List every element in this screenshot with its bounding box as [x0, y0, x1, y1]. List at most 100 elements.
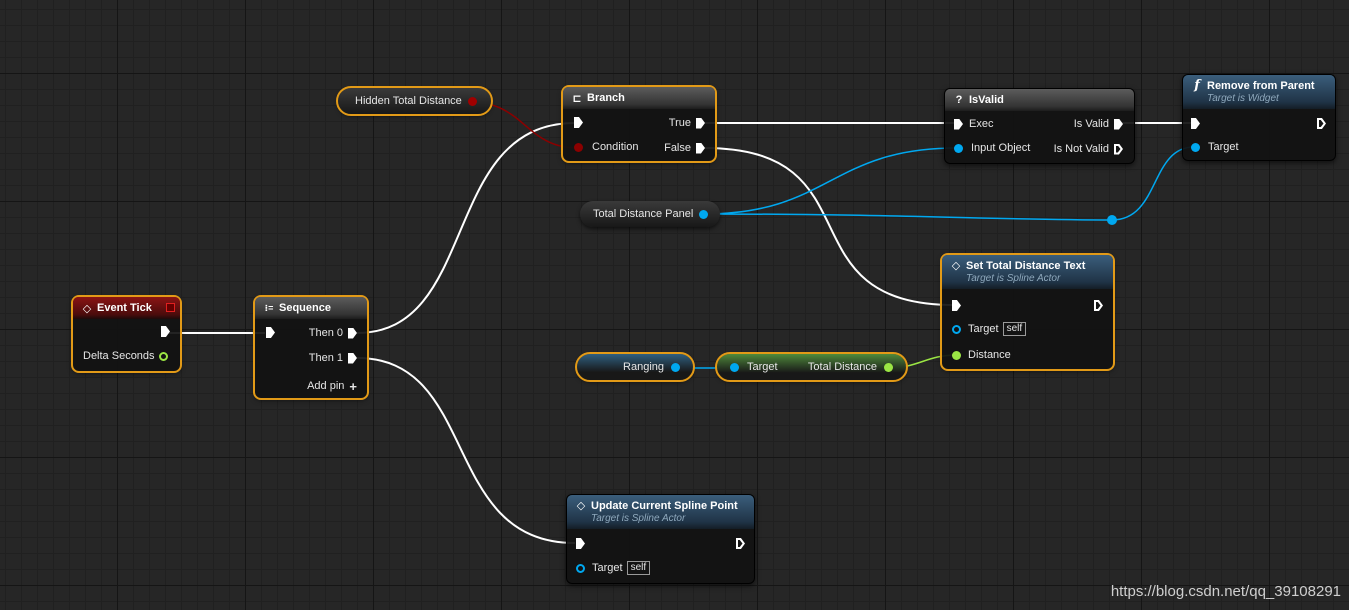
exec-out-pin[interactable]: [1317, 118, 1326, 129]
exec-arrow-icon: [954, 118, 963, 130]
node-subtitle: Target is Spline Actor: [591, 513, 686, 524]
remove-from-parent-header: f Remove from Parent Target is Widget: [1183, 75, 1335, 109]
exec-arrow-icon: [161, 326, 170, 337]
float-pin-icon: [952, 350, 961, 360]
node-title: Sequence: [279, 302, 331, 314]
pin-label: Is Not Valid: [1053, 143, 1109, 155]
exec-outline-icon: [1317, 118, 1326, 129]
input-object-pin[interactable]: Input Object: [954, 142, 1030, 154]
exec-in-pin[interactable]: [1191, 118, 1200, 129]
total-distance-panel-variable[interactable]: Total Distance Panel: [580, 201, 720, 227]
exec-arrow-icon: [348, 352, 357, 364]
self-default-box[interactable]: self: [626, 561, 651, 575]
delegate-pin-icon[interactable]: [166, 303, 175, 312]
wire-false-to-settext: [703, 147, 956, 306]
pin-label: False: [664, 142, 691, 154]
exec-in-pin[interactable]: [574, 117, 583, 128]
sequence-header: ⁝= Sequence: [255, 297, 367, 319]
variable-label: Hidden Total Distance: [355, 95, 462, 107]
branch-node[interactable]: ⊏ Branch Condition True False: [561, 85, 717, 163]
plus-icon: +: [349, 378, 357, 394]
event-tick-header: ◇ Event Tick: [73, 297, 180, 319]
then1-pin[interactable]: Then 1: [309, 352, 357, 364]
isvalid-header: ? IsValid: [945, 89, 1134, 111]
self-default-box[interactable]: self: [1002, 322, 1027, 336]
object-pin-icon: [1191, 142, 1200, 152]
wire-then1-to-update: [356, 357, 576, 544]
exec-arrow-icon: [266, 327, 275, 338]
pin-label: Target: [1208, 141, 1239, 153]
output-label: Total Distance: [807, 361, 877, 373]
pin-label: Then 0: [308, 327, 343, 339]
pin-label: Exec: [969, 118, 994, 130]
exec-in-pin[interactable]: [952, 300, 961, 311]
bool-pin-icon: [574, 142, 583, 152]
target-pin[interactable]: Target self: [952, 322, 1027, 336]
object-pin-icon[interactable]: [730, 362, 739, 372]
variable-label: Ranging: [623, 361, 664, 373]
remove-from-parent-node[interactable]: f Remove from Parent Target is Widget Ta…: [1182, 74, 1336, 161]
then0-pin[interactable]: Then 0: [309, 327, 357, 339]
is-valid-pin[interactable]: Is Valid: [1074, 118, 1123, 130]
node-title: Set Total Distance Text: [966, 260, 1086, 272]
distance-pin[interactable]: Distance: [952, 349, 1011, 361]
target-pin[interactable]: Target: [1191, 141, 1239, 153]
exec-out-pin[interactable]: [1094, 300, 1103, 311]
wire-then0-to-branch: [356, 122, 576, 334]
exec-outline-icon: [1114, 144, 1123, 155]
event-tick-node[interactable]: ◇ Event Tick Delta Seconds: [71, 295, 182, 373]
function-diamond-icon: ◇: [951, 259, 961, 272]
false-pin[interactable]: False: [664, 142, 705, 154]
branch-icon: ⊏: [572, 92, 582, 105]
get-total-distance-node[interactable]: Target Total Distance: [715, 352, 908, 382]
add-pin-label: Add pin: [307, 380, 345, 392]
pin-label: Condition: [592, 141, 639, 153]
object-pin-icon: [954, 143, 963, 153]
exec-arrow-icon: [952, 300, 961, 311]
wire-panel-to-input: [703, 147, 958, 215]
bool-pin-icon[interactable]: [467, 96, 477, 106]
ranging-variable[interactable]: Ranging: [575, 352, 695, 382]
node-title: IsValid: [969, 94, 1004, 106]
sequence-icon: ⁝=: [264, 302, 274, 313]
question-icon: ?: [955, 94, 963, 106]
object-pin-icon[interactable]: [699, 209, 709, 219]
pin-label: Distance: [968, 349, 1011, 361]
sequence-node[interactable]: ⁝= Sequence Then 0 Then 1 Add pin +: [253, 295, 369, 400]
true-pin[interactable]: True: [669, 117, 705, 129]
set-total-distance-text-node[interactable]: ◇ Set Total Distance Text Target is Spli…: [940, 253, 1115, 371]
exec-arrow-icon: [696, 142, 705, 154]
pin-label: Is Valid: [1073, 118, 1109, 130]
exec-in-pin[interactable]: Exec: [954, 118, 993, 130]
node-title: Remove from Parent: [1207, 80, 1315, 92]
add-pin-button[interactable]: Add pin +: [307, 378, 357, 394]
object-pin-icon: [952, 324, 961, 334]
target-pin[interactable]: Target self: [576, 561, 651, 575]
function-icon: f: [1194, 77, 1200, 93]
event-diamond-icon: ◇: [82, 302, 92, 315]
exec-out-pin[interactable]: [161, 326, 170, 337]
variable-label: Total Distance Panel: [593, 208, 694, 220]
pin-label: Target: [968, 323, 999, 335]
isvalid-node[interactable]: ? IsValid Exec Input Object Is Valid Is …: [944, 88, 1135, 164]
object-pin-icon[interactable]: [671, 362, 680, 372]
exec-arrow-icon: [576, 538, 585, 549]
update-current-spline-point-header: ◇ Update Current Spline Point Target is …: [567, 495, 754, 529]
node-title: Update Current Spline Point: [591, 500, 738, 512]
set-total-distance-text-header: ◇ Set Total Distance Text Target is Spli…: [942, 255, 1113, 289]
exec-outline-icon: [1094, 300, 1103, 311]
hidden-total-distance-variable[interactable]: Hidden Total Distance: [336, 86, 493, 116]
object-pin-icon: [576, 563, 585, 573]
exec-in-pin[interactable]: [576, 538, 585, 549]
delta-seconds-pin[interactable]: Delta Seconds: [83, 350, 168, 362]
exec-in-pin[interactable]: [266, 327, 275, 338]
pin-label: Target: [592, 562, 623, 574]
exec-arrow-icon: [1191, 118, 1200, 129]
branch-header: ⊏ Branch: [563, 87, 715, 109]
exec-out-pin[interactable]: [736, 538, 745, 549]
float-pin-icon[interactable]: [884, 362, 893, 372]
node-subtitle: Target is Spline Actor: [966, 273, 1061, 284]
is-not-valid-pin[interactable]: Is Not Valid: [1054, 143, 1123, 155]
condition-pin[interactable]: Condition: [574, 141, 638, 153]
update-current-spline-point-node[interactable]: ◇ Update Current Spline Point Target is …: [566, 494, 755, 584]
